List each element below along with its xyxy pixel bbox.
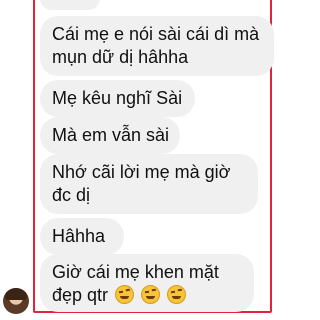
laughing-emoji-icon [167,285,187,304]
laughing-emoji-icon [115,285,135,304]
message-text: Mà em vẫn sài [52,125,170,145]
message-text: mụn dữ dị hâhha [52,47,189,67]
message-bubble[interactable]: Giờ cái mẹ khen mặt đẹp qtr [40,254,254,312]
message-text: đc dị [52,185,91,205]
message-bubble[interactable]: Mẹ kêu nghĩ Sài [40,80,195,117]
sender-avatar[interactable] [3,288,29,314]
message-bubble[interactable]: Nhớ cãi lời mẹ mà giờ đc dị [40,154,258,214]
message-text: Cái mẹ e nói sài cái dì mà [52,24,260,44]
laughing-emoji-icon [141,285,161,304]
message-bubble[interactable]: Mà em vẫn sài [40,117,180,154]
message-text: Mẹ kêu nghĩ Sài [52,88,183,108]
message-text: Hâhha [52,226,106,246]
message-text: Nhớ cãi lời mẹ mà giờ [52,162,231,182]
message-text: Giờ cái mẹ khen mặt [52,262,219,282]
message-bubble[interactable]: Hâhha [40,218,124,255]
message-text: đẹp qtr [52,285,109,305]
message-bubble-cutoff[interactable] [40,0,100,10]
message-bubble[interactable]: Cái mẹ e nói sài cái dì mà mụn dữ dị hâh… [40,16,274,76]
